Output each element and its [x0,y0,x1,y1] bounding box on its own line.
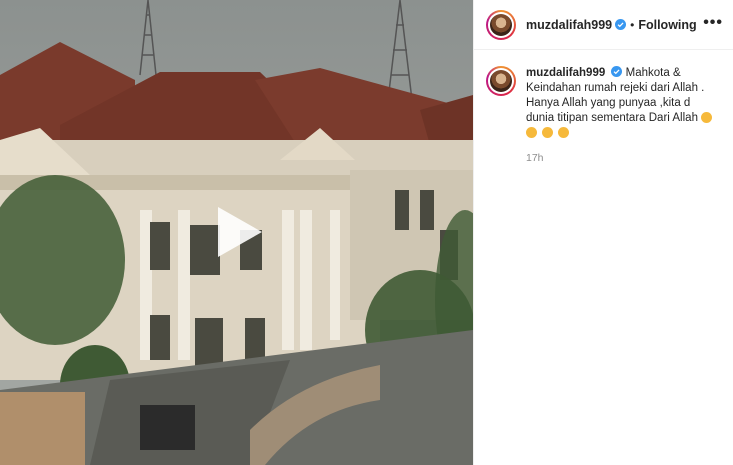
caption-block: muzdalifah999 Mahkota & Keindahan rumah … [474,50,733,166]
avatar[interactable] [486,9,516,40]
play-icon[interactable] [210,205,264,259]
separator-dot: • [630,17,635,32]
more-options-icon[interactable]: ••• [703,14,723,32]
following-button[interactable]: Following [638,18,696,32]
post-dialog: muzdalifah999 • Following ••• muzdalifah… [0,0,733,465]
emoji-icon [701,112,713,123]
verified-badge-icon [615,19,627,30]
caption-text-container: muzdalifah999 Mahkota & Keindahan rumah … [526,66,721,166]
post-sidebar: muzdalifah999 • Following ••• muzdalifah… [473,0,733,465]
caption-username[interactable]: muzdalifah999 [526,67,605,79]
emoji-icon [526,127,537,138]
post-timestamp[interactable]: 17h [526,151,721,166]
username-link[interactable]: muzdalifah999 [526,18,612,32]
post-header: muzdalifah999 • Following ••• [474,0,733,50]
verified-badge-icon [611,66,623,77]
emoji-icon [558,127,570,138]
post-video[interactable] [0,0,473,465]
caption-avatar[interactable] [486,66,516,96]
emoji-icon [542,127,554,138]
